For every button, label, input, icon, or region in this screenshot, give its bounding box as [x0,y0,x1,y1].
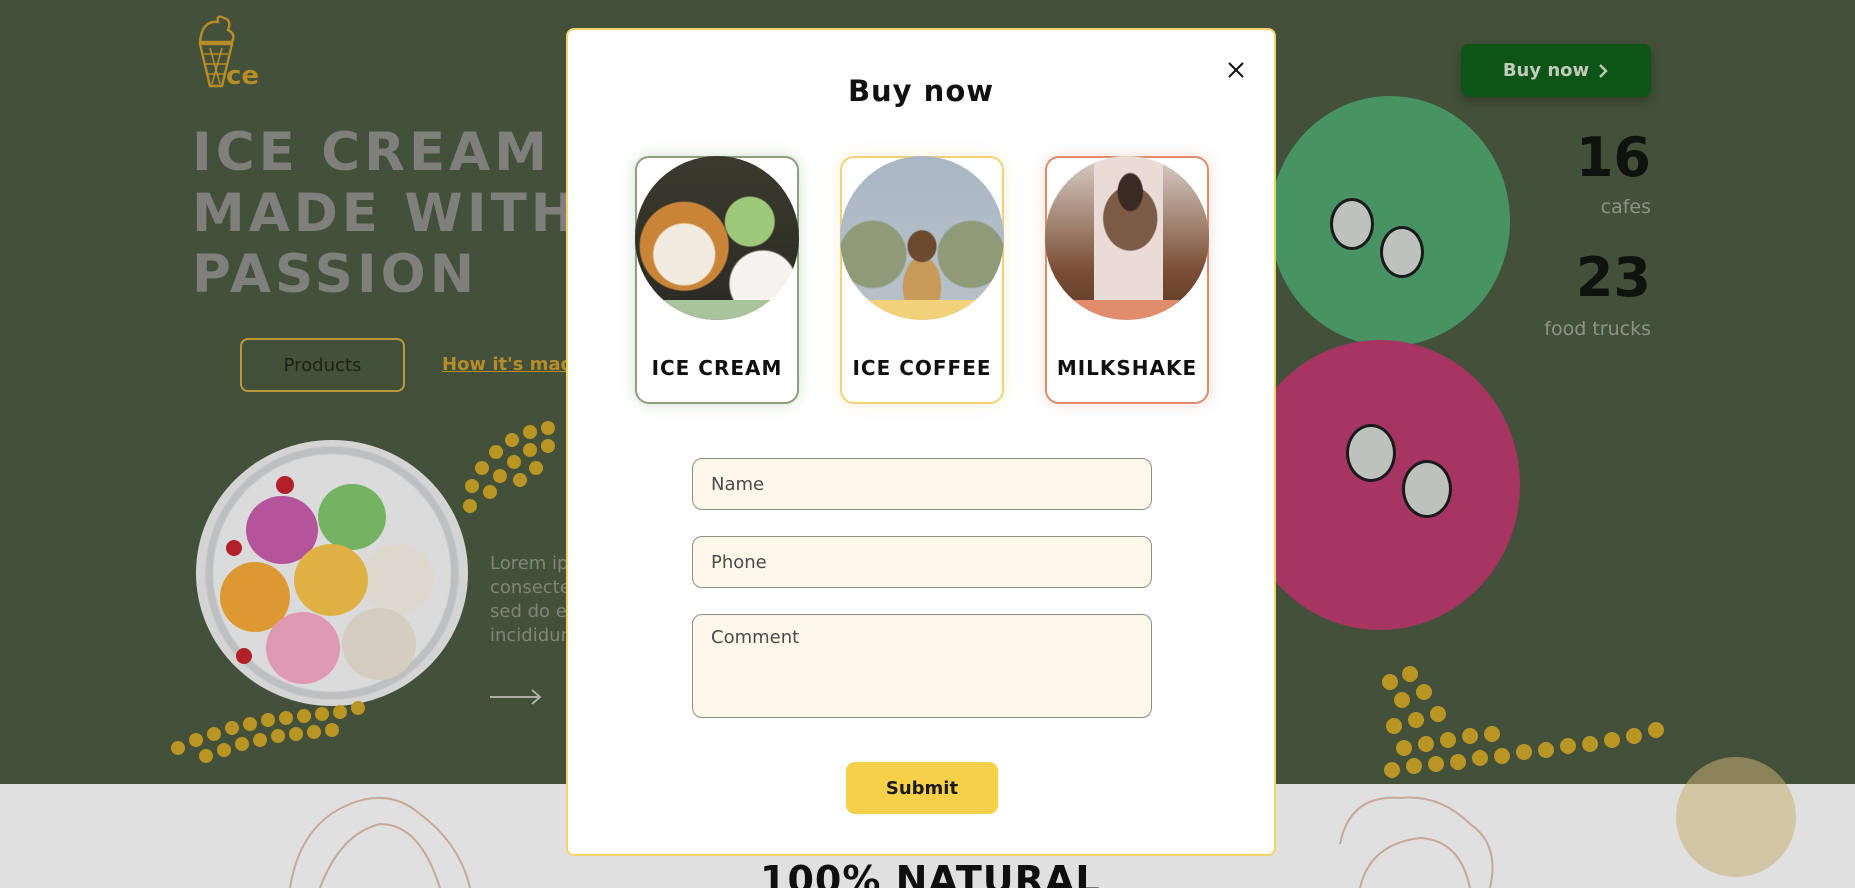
buy-now-modal: Buy now ICE CREAM ICE COFFEE MILKSHAKE S… [566,28,1276,856]
product-card-milkshake[interactable]: MILKSHAKE [1045,156,1209,404]
modal-title: Buy now [847,74,995,108]
phone-input[interactable] [692,536,1152,588]
ice-cream-image [635,156,799,320]
product-label-ice-coffee: ICE COFFEE [852,356,992,380]
product-card-ice-coffee[interactable]: ICE COFFEE [840,156,1004,404]
comment-textarea[interactable] [692,614,1152,718]
ice-coffee-image [840,156,1004,320]
product-label-ice-cream: ICE CREAM [651,356,783,380]
product-card-ice-cream[interactable]: ICE CREAM [635,156,799,404]
milkshake-image [1045,156,1209,320]
product-label-milkshake: MILKSHAKE [1056,356,1198,380]
submit-button[interactable]: Submit [846,762,998,814]
name-input[interactable] [692,458,1152,510]
